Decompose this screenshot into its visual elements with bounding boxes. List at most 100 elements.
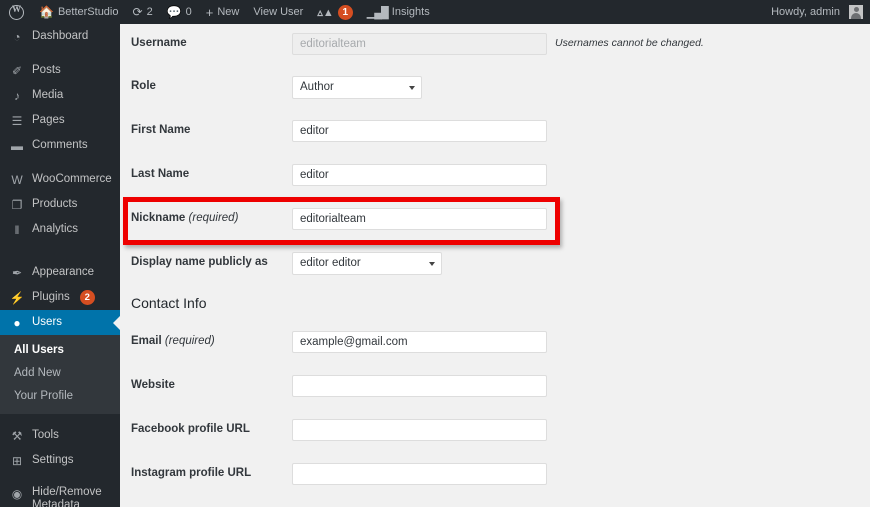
form-control-cell: editor editor [292, 252, 442, 275]
home-icon: 🏠 [39, 5, 54, 19]
form-control-cell [292, 463, 547, 485]
sidebar-item-media[interactable]: ♪ Media [0, 83, 120, 108]
box-icon: ❐ [11, 197, 23, 212]
submenu-item-add-new[interactable]: Add New [0, 362, 120, 385]
form-control-cell: editorialteam [292, 208, 547, 230]
sidebar-item-label: Products [32, 198, 78, 210]
label-text: Email [131, 335, 162, 347]
yoast-seo-icon: ▵▲ [317, 6, 334, 19]
form-row-email: Email (required) example@gmail.com [120, 331, 870, 353]
menu-separator [0, 242, 120, 251]
bar-chart-icon: ‖ [14, 222, 20, 237]
label-text: Username [131, 37, 187, 49]
profile-form: Username editorialteam Usernames cannot be… [120, 24, 870, 507]
select-value: Author [300, 81, 334, 93]
required-marker: (required) [164, 335, 215, 347]
submenu-item-all-users[interactable]: All Users [0, 339, 120, 362]
plus-icon: + [205, 4, 214, 20]
form-row-username: Username editorialteam Usernames cannot be… [120, 33, 870, 55]
field-label-username: Username [120, 33, 282, 49]
dashboard-icon: ◔ [13, 29, 21, 44]
sidebar-badge: 2 [79, 290, 95, 305]
field-note-username: Usernames cannot be changed. [555, 37, 704, 49]
field-label-nickname: Nickname (required) [120, 208, 282, 224]
form-control-cell: example@gmail.com [292, 331, 547, 353]
menu-separator [0, 473, 120, 482]
insights-label: Insights [391, 6, 430, 18]
input-first-name[interactable]: editor [292, 120, 547, 142]
sidebar-item-comments[interactable]: ▬ Comments [0, 133, 120, 158]
updates-button[interactable]: ⟳ 2 [126, 0, 160, 24]
input-username[interactable]: editorialteam [292, 33, 547, 55]
form-control-cell: editor [292, 120, 547, 142]
sidebar-item-settings[interactable]: ⊞ Settings [0, 448, 120, 473]
input-instagram-url[interactable] [292, 463, 547, 485]
sidebar-item-label: Comments [32, 139, 88, 151]
sidebar-item-label: WooCommerce [32, 173, 112, 185]
new-label: New [217, 6, 240, 18]
form-row-display-name: Display name publicly as editor editor [120, 252, 870, 275]
input-website[interactable] [292, 375, 547, 397]
form-control-cell: Author [292, 76, 422, 99]
input-facebook-url[interactable] [292, 419, 547, 441]
label-text: Facebook profile URL [131, 423, 250, 435]
select-role[interactable]: Author [292, 76, 422, 99]
insights-button[interactable]: ▁▄█ Insights [360, 0, 437, 24]
view-user-button[interactable]: View User [246, 0, 310, 24]
seo-button[interactable]: ▵▲ 1 [310, 0, 359, 24]
sidebar-item-analytics[interactable]: ‖ Analytics [0, 217, 120, 242]
sidebar-item-label: Dashboard [32, 30, 89, 42]
new-content-button[interactable]: + New [199, 0, 247, 24]
sidebar-item-products[interactable]: ❐ Products [0, 192, 120, 217]
media-icon: ♪ [14, 88, 20, 103]
sidebar-item-tools[interactable]: ⚒ Tools [0, 423, 120, 448]
view-user-label: View User [253, 6, 304, 18]
wrench-icon: ⚒ [11, 428, 23, 443]
comments-button[interactable]: 💬 0 [160, 0, 199, 24]
form-row-role: Role Author [120, 76, 870, 99]
contact-info-heading: Contact Info [131, 295, 207, 311]
select-display-name[interactable]: editor editor [292, 252, 442, 275]
admin-bar: 🏠 BetterStudio ⟳ 2 💬 0 + New View User ▵… [0, 0, 870, 24]
required-marker: (required) [188, 212, 239, 224]
submenu-item-your-profile[interactable]: Your Profile [0, 385, 120, 408]
seo-count-badge: 1 [337, 4, 353, 20]
updates-icon: ⟳ [132, 5, 143, 19]
sidebar-item-pages[interactable]: ☰ Pages [0, 108, 120, 133]
sidebar-item-label: Analytics [32, 223, 79, 235]
input-nickname[interactable]: editorialteam [292, 208, 547, 230]
sidebar-item-users[interactable]: ● Users [0, 310, 120, 335]
sidebar-item-dashboard[interactable]: ◔ Dashboard [0, 24, 120, 49]
label-text: Instagram profile URL [131, 467, 252, 479]
pin-icon: ✐ [11, 63, 23, 78]
form-control-cell [292, 419, 547, 441]
sidebar-item-appearance[interactable]: ✒ Appearance [0, 260, 120, 285]
menu-separator [0, 251, 120, 260]
sidebar-item-plugins[interactable]: ⚡ Plugins 2 [0, 285, 120, 310]
label-text: First Name [131, 124, 191, 136]
eye-icon: ◉ [11, 487, 23, 501]
form-row-website: Website [120, 375, 870, 397]
field-label-role: Role [120, 76, 282, 92]
sidebar-item-posts[interactable]: ✐ Posts [0, 58, 120, 83]
field-label-display-name: Display name publicly as [120, 252, 282, 268]
field-label-facebook-url: Facebook profile URL [120, 419, 282, 435]
sidebar-item-label: Hide/Remove Metadata [32, 486, 102, 507]
field-label-instagram-url: Instagram profile URL [120, 463, 282, 479]
sidebar-item-woocommerce[interactable]: W WooCommerce [0, 167, 120, 192]
plug-icon: ⚡ [9, 290, 25, 305]
input-email[interactable]: example@gmail.com [292, 331, 547, 353]
form-row-facebook-url: Facebook profile URL [120, 419, 870, 441]
page-icon: ☰ [11, 113, 23, 128]
sidebar-item-label: Settings [32, 454, 74, 466]
wordpress-logo-button[interactable] [0, 0, 32, 24]
site-name-button[interactable]: 🏠 BetterStudio [32, 0, 126, 24]
input-last-name[interactable]: editor [292, 164, 547, 186]
label-text: Role [131, 80, 156, 92]
label-text: Website [131, 379, 175, 391]
form-row-first-name: First Name editor [120, 120, 870, 142]
settings-icon: ⊞ [11, 453, 23, 468]
label-text: Nickname [131, 212, 186, 224]
howdy-account-button[interactable]: Howdy, admin [764, 0, 870, 24]
sidebar-item-hide-remove-metadata[interactable]: ◉ Hide/Remove Metadata [0, 482, 120, 507]
